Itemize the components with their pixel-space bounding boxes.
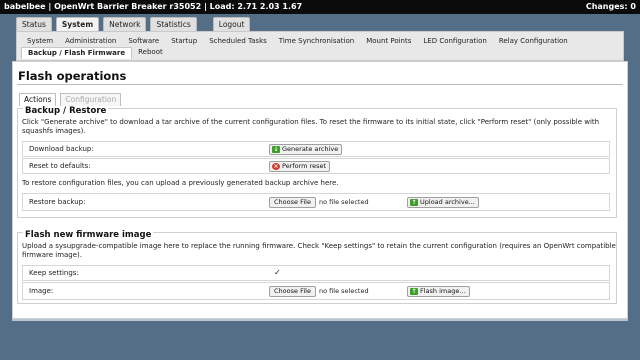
main-tabs: Status System Network Statistics Logout [16,17,251,32]
flash-desc-line2: firmware image). [22,251,83,259]
reset-defaults-row: Reset to defaults: × Perform reset [22,158,610,174]
reset-icon: × [272,163,280,170]
keep-settings-row: Keep settings: ✓ [22,265,610,281]
archive-icon: ↓ [272,146,280,153]
flash-desc-line1: Upload a sysupgrade-compatible image her… [22,242,616,250]
flash-image-button[interactable]: ↑ Flash image... [407,286,470,297]
subnav-system[interactable]: System [21,35,59,47]
page-footer-line [12,319,628,321]
subnav-time-sync[interactable]: Time Synchronisation [273,35,360,47]
backup-desc-line1: Click "Generate archive" to download a t… [22,118,600,126]
flash-icon: ↑ [410,288,418,295]
subnav-software[interactable]: Software [122,35,165,47]
subnav-startup[interactable]: Startup [165,35,203,47]
title-divider [17,84,623,85]
choose-image-button[interactable]: Choose File [269,286,316,297]
system-subnav: System Administration Software Startup S… [16,31,624,61]
content-panel: Flash operations Actions Configuration B… [12,61,628,319]
image-label: Image: [29,287,54,295]
perform-reset-button[interactable]: × Perform reset [269,161,331,172]
subnav-administration[interactable]: Administration [59,35,122,47]
restore-backup-label: Restore backup: [29,198,86,206]
restore-backup-row: Restore backup: Choose File no file sele… [22,193,610,211]
tab-configuration[interactable]: Configuration [60,93,122,106]
flash-firmware-legend: Flash new firmware image [23,230,154,240]
tab-status[interactable]: Status [16,17,52,31]
subnav-relay-config[interactable]: Relay Configuration [493,35,574,47]
file-status: no file selected [319,198,369,206]
keep-settings-checkbox[interactable]: ✓ [274,269,282,277]
restore-desc: To restore configuration files, you can … [22,179,339,187]
status-bar: babelbee | OpenWrt Barrier Breaker r3505… [0,0,640,14]
image-file-status: no file selected [319,287,369,295]
upload-icon: ↑ [410,199,418,206]
tab-actions[interactable]: Actions [19,93,57,106]
download-backup-row: Download backup: ↓ Generate archive [22,141,610,157]
tab-system[interactable]: System [55,17,100,32]
flash-firmware-section: Flash new firmware image Upload a sysupg… [17,230,617,304]
backup-restore-legend: Backup / Restore [23,106,109,116]
generate-archive-button[interactable]: ↓ Generate archive [269,144,343,155]
tab-network[interactable]: Network [103,17,147,31]
backup-desc-line2: squashfs images). [22,127,86,135]
changes-count: 0 [630,2,636,11]
reset-defaults-label: Reset to defaults: [29,162,91,170]
upload-archive-button[interactable]: ↑ Upload archive... [407,197,479,208]
backup-restore-section: Backup / Restore Click "Generate archive… [17,106,617,218]
download-backup-label: Download backup: [29,145,94,153]
hostname-load-text: babelbee | OpenWrt Barrier Breaker r3505… [4,2,303,11]
subnav-backup-flash[interactable]: Backup / Flash Firmware [21,47,133,59]
subnav-scheduled-tasks[interactable]: Scheduled Tasks [203,35,273,47]
choose-file-button[interactable]: Choose File [269,197,316,208]
subnav-led-config[interactable]: LED Configuration [417,35,492,47]
tab-logout[interactable]: Logout [212,17,251,31]
flash-image-row: Image: Choose File no file selected ↑ Fla… [22,282,610,300]
tab-statistics[interactable]: Statistics [150,17,197,31]
keep-settings-label: Keep settings: [29,269,79,277]
subnav-reboot[interactable]: Reboot [132,47,169,59]
page-title: Flash operations [18,69,127,83]
subnav-mount-points[interactable]: Mount Points [360,35,417,47]
section-tabs: Actions Configuration [19,93,122,106]
changes-indicator[interactable]: Changes: 0 [586,0,636,14]
